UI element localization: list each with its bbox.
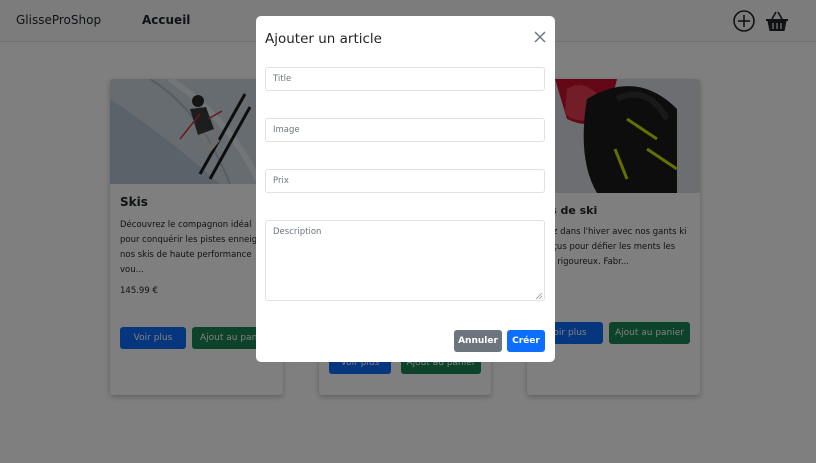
title-input[interactable]: Title bbox=[265, 67, 545, 91]
add-article-modal: Ajouter un article Title Image Prix Desc… bbox=[256, 16, 555, 362]
modal-title: Ajouter un article bbox=[265, 31, 382, 47]
description-textarea[interactable]: Description bbox=[265, 220, 545, 301]
cancel-button[interactable]: Annuler bbox=[454, 330, 502, 352]
image-input[interactable]: Image bbox=[265, 118, 545, 142]
price-placeholder: Prix bbox=[273, 176, 289, 186]
close-icon[interactable] bbox=[533, 29, 547, 43]
price-input[interactable]: Prix bbox=[265, 169, 545, 193]
title-placeholder: Title bbox=[273, 74, 292, 84]
create-button[interactable]: Créer bbox=[507, 330, 545, 352]
resize-grip-icon[interactable] bbox=[535, 292, 543, 300]
image-placeholder: Image bbox=[273, 125, 300, 135]
description-placeholder: Description bbox=[273, 227, 322, 237]
